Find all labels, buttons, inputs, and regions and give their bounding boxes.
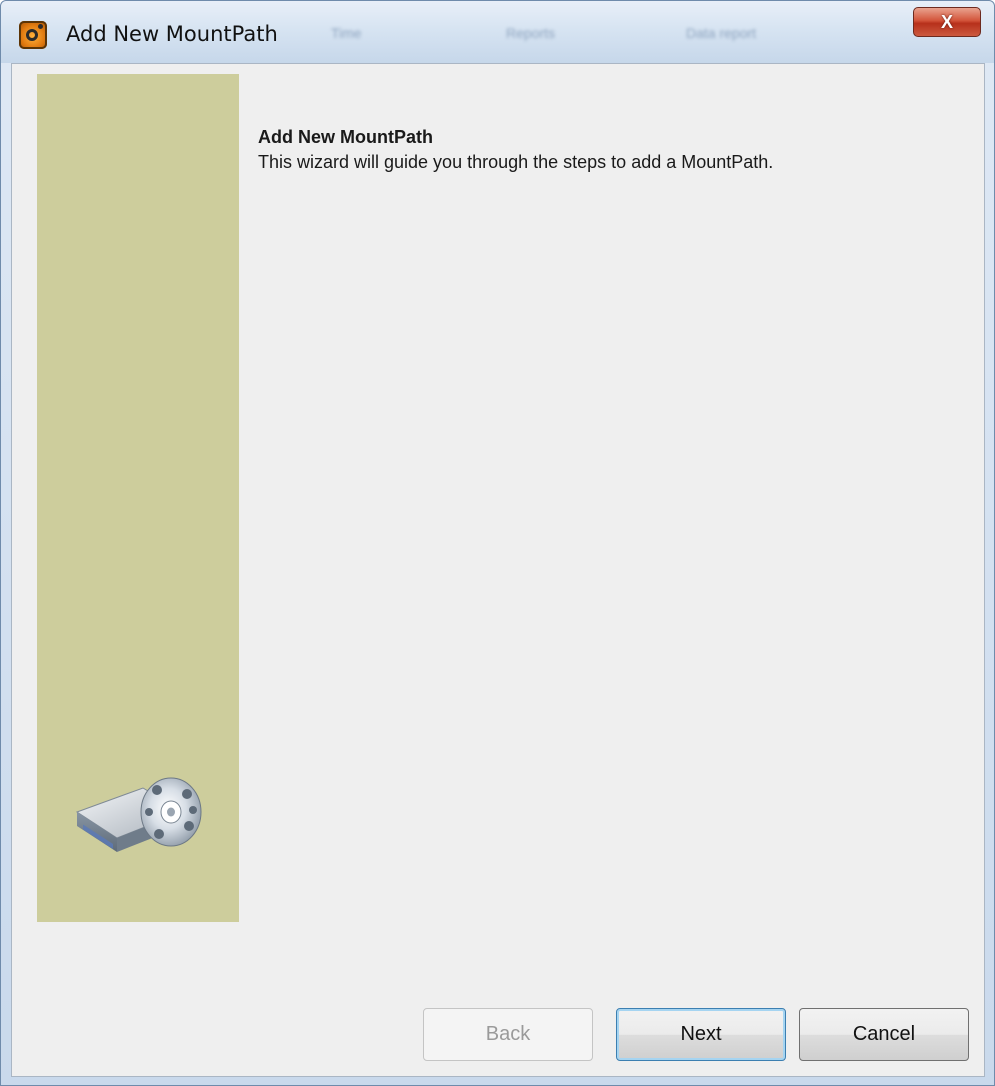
drive-disc-icon bbox=[75, 777, 202, 852]
app-icon-dot bbox=[38, 24, 43, 29]
app-icon bbox=[19, 21, 47, 49]
wizard-content: Add New MountPath This wizard will guide… bbox=[11, 63, 985, 1077]
close-icon: X bbox=[940, 11, 953, 32]
side-panel bbox=[37, 74, 239, 922]
close-button[interactable]: X bbox=[913, 7, 981, 37]
wizard-heading: Add New MountPath bbox=[258, 127, 433, 147]
background-tab: Time bbox=[331, 25, 362, 41]
window-title: Add New MountPath bbox=[66, 22, 278, 46]
title-bar[interactable]: Add New MountPath Time Reports Data repo… bbox=[1, 1, 994, 63]
back-button[interactable]: Back bbox=[423, 1008, 593, 1061]
wizard-window: Add New MountPath Time Reports Data repo… bbox=[0, 0, 995, 1086]
cancel-button[interactable]: Cancel bbox=[799, 1008, 969, 1061]
background-tab: Data report bbox=[686, 25, 757, 41]
background-tab: Reports bbox=[506, 25, 556, 41]
wizard-description: This wizard will guide you through the s… bbox=[258, 152, 774, 172]
app-icon-ring bbox=[26, 29, 38, 41]
next-button[interactable]: Next bbox=[616, 1008, 786, 1061]
